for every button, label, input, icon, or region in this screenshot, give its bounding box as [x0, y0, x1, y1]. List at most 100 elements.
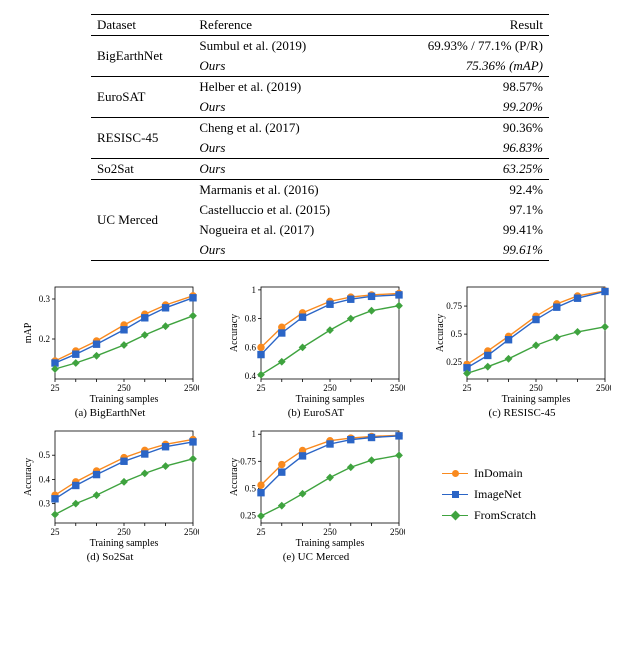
chart-caption: (b) EuroSAT — [288, 407, 345, 419]
table-row: UC MercedMarmanis et al. (2016)92.4% — [91, 180, 549, 201]
svg-text:Training samples: Training samples — [90, 538, 159, 549]
cell-result: 90.36% — [381, 118, 549, 139]
cell-result: 96.83% — [381, 138, 549, 159]
legend-label: FromScratch — [474, 508, 536, 523]
plot-area: 0.4 0.6 0.8 1 25 250 2500 Training samples Accur… — [227, 281, 405, 407]
svg-text:0.5: 0.5 — [451, 329, 463, 339]
legend-label: ImageNet — [474, 487, 521, 502]
svg-text:250: 250 — [117, 527, 131, 537]
cell-reference: Sumbul et al. (2019) — [193, 36, 381, 57]
svg-text:Accuracy: Accuracy — [229, 314, 240, 352]
svg-text:Training samples: Training samples — [502, 394, 571, 405]
cell-reference: Nogueira et al. (2017) — [193, 220, 381, 240]
svg-text:Training samples: Training samples — [90, 394, 159, 405]
svg-text:0.4: 0.4 — [245, 371, 257, 381]
cell-dataset: RESISC-45 — [91, 118, 193, 159]
cell-dataset: UC Merced — [91, 180, 193, 261]
plot-area: 0.3 0.4 0.5 25 250 2500 Training samples Accura… — [21, 425, 199, 551]
cell-reference: Castelluccio et al. (2015) — [193, 200, 381, 220]
cell-reference: Ours — [193, 138, 381, 159]
col-result: Result — [381, 15, 549, 36]
chart-a: 0.2 0.3 25 250 2500 Training samples mAP (a) B… — [10, 281, 210, 419]
svg-text:0.5: 0.5 — [245, 483, 257, 493]
svg-text:0.2: 0.2 — [39, 334, 50, 344]
svg-text:0.3: 0.3 — [39, 499, 51, 509]
cell-result: 99.41% — [381, 220, 549, 240]
svg-text:2500: 2500 — [390, 383, 405, 393]
svg-text:0.25: 0.25 — [240, 510, 256, 520]
svg-text:250: 250 — [529, 383, 543, 393]
svg-text:1: 1 — [252, 285, 257, 295]
chart-e: 0.25 0.5 0.75 1 25 250 2500 Training samples Acc… — [216, 425, 416, 563]
svg-text:25: 25 — [51, 383, 61, 393]
cell-result: 75.36% (mAP) — [381, 56, 549, 77]
chart-d: 0.3 0.4 0.5 25 250 2500 Training samples Accura… — [10, 425, 210, 563]
cell-result: 99.61% — [381, 240, 549, 261]
svg-text:0.8: 0.8 — [245, 314, 257, 324]
svg-text:2500: 2500 — [184, 383, 199, 393]
legend-item: ImageNet — [442, 487, 622, 502]
chart-c: 0.25 0.5 0.75 25 250 2500 Training samples Accu… — [422, 281, 622, 419]
legend-label: InDomain — [474, 466, 523, 481]
chart-caption: (e) UC Merced — [283, 551, 350, 563]
charts-panel: 0.2 0.3 25 250 2500 Training samples mAP (a) B… — [10, 281, 630, 563]
svg-text:0.4: 0.4 — [39, 474, 51, 484]
cell-result: 99.20% — [381, 97, 549, 118]
svg-text:1: 1 — [252, 429, 257, 439]
table-row: RESISC-45Cheng et al. (2017)90.36% — [91, 118, 549, 139]
svg-text:Accuracy: Accuracy — [435, 314, 446, 352]
cell-result: 63.25% — [381, 159, 549, 180]
cell-reference: Helber et al. (2019) — [193, 77, 381, 98]
table-row: BigEarthNetSumbul et al. (2019)69.93% / … — [91, 36, 549, 57]
cell-dataset: So2Sat — [91, 159, 193, 180]
legend: InDomain ImageNet FromScratch — [422, 425, 622, 563]
legend-item: FromScratch — [442, 508, 622, 523]
svg-text:0.5: 0.5 — [39, 450, 51, 460]
cell-reference: Cheng et al. (2017) — [193, 118, 381, 139]
cell-reference: Ours — [193, 97, 381, 118]
chart-caption: (d) So2Sat — [87, 551, 134, 563]
cell-reference: Ours — [193, 56, 381, 77]
plot-area: 0.25 0.5 0.75 1 25 250 2500 Training samples Acc… — [227, 425, 405, 551]
cell-result: 92.4% — [381, 180, 549, 201]
svg-text:Training samples: Training samples — [296, 538, 365, 549]
cell-reference: Ours — [193, 159, 381, 180]
cell-dataset: EuroSAT — [91, 77, 193, 118]
cell-result: 98.57% — [381, 77, 549, 98]
svg-text:0.6: 0.6 — [245, 342, 257, 352]
svg-text:mAP: mAP — [23, 322, 34, 343]
svg-text:25: 25 — [51, 527, 61, 537]
svg-text:25: 25 — [257, 527, 267, 537]
svg-text:0.3: 0.3 — [39, 294, 51, 304]
svg-text:250: 250 — [117, 383, 131, 393]
svg-text:2500: 2500 — [596, 383, 611, 393]
svg-text:Training samples: Training samples — [296, 394, 365, 405]
plot-area: 0.25 0.5 0.75 25 250 2500 Training samples Accu… — [433, 281, 611, 407]
cell-reference: Marmanis et al. (2016) — [193, 180, 381, 201]
svg-text:0.25: 0.25 — [446, 357, 462, 367]
col-dataset: Dataset — [91, 15, 193, 36]
table-row: EuroSATHelber et al. (2019)98.57% — [91, 77, 549, 98]
svg-text:250: 250 — [323, 383, 337, 393]
svg-text:Accuracy: Accuracy — [23, 458, 34, 496]
chart-caption: (a) BigEarthNet — [75, 407, 146, 419]
svg-text:2500: 2500 — [184, 527, 199, 537]
svg-text:250: 250 — [323, 527, 337, 537]
cell-result: 69.93% / 77.1% (P/R) — [381, 36, 549, 57]
cell-dataset: BigEarthNet — [91, 36, 193, 77]
cell-result: 97.1% — [381, 200, 549, 220]
chart-caption: (c) RESISC-45 — [489, 407, 556, 419]
svg-text:25: 25 — [463, 383, 473, 393]
svg-text:25: 25 — [257, 383, 267, 393]
col-reference: Reference — [193, 15, 381, 36]
legend-item: InDomain — [442, 466, 622, 481]
table-row: So2SatOurs63.25% — [91, 159, 549, 180]
chart-b: 0.4 0.6 0.8 1 25 250 2500 Training samples Accur… — [216, 281, 416, 419]
results-table: Dataset Reference Result BigEarthNetSumb… — [91, 14, 549, 261]
svg-text:2500: 2500 — [390, 527, 405, 537]
plot-area: 0.2 0.3 25 250 2500 Training samples mAP — [21, 281, 199, 407]
svg-text:0.75: 0.75 — [240, 456, 256, 466]
cell-reference: Ours — [193, 240, 381, 261]
svg-text:0.75: 0.75 — [446, 301, 462, 311]
svg-text:Accuracy: Accuracy — [229, 458, 240, 496]
